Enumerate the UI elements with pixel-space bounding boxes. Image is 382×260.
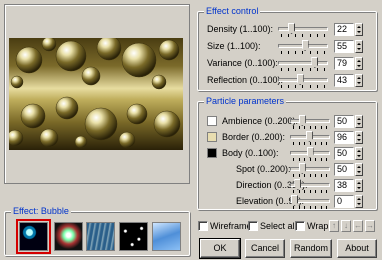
density-slider[interactable] — [278, 23, 328, 34]
elevation-slider[interactable] — [290, 195, 330, 206]
effect-group-title: Effect: Bubble — [11, 206, 71, 217]
variance-slider-ticks — [281, 68, 325, 71]
effect-thumb-rain[interactable] — [86, 222, 115, 251]
effect-thumb-sky[interactable] — [152, 222, 181, 251]
ambience-value-input[interactable]: 50 — [334, 115, 354, 128]
preview-image — [9, 38, 183, 150]
particle-parameters-title: Particle parameters — [204, 96, 287, 107]
wireframe-label: Wireframe — [210, 221, 252, 231]
variance-label: Variance (0..100): — [207, 58, 278, 68]
variance-spinner[interactable] — [355, 57, 363, 70]
variance-value-input[interactable]: 79 — [334, 57, 354, 70]
border-color-swatch[interactable] — [207, 132, 217, 142]
size-value-input[interactable]: 55 — [334, 40, 354, 53]
body-label: Body (0..100): — [222, 148, 279, 158]
body-spinner[interactable] — [355, 147, 363, 160]
arrow-down-icon[interactable]: ↓ — [341, 220, 351, 232]
spot-value-input[interactable]: 50 — [334, 163, 354, 176]
effect-control-title: Effect control — [204, 6, 261, 17]
reflection-spinner[interactable] — [355, 74, 363, 87]
direction-slider-ticks — [293, 190, 327, 193]
direction-spinner[interactable] — [355, 179, 363, 192]
arrow-up-icon[interactable]: ↑ — [329, 220, 339, 232]
wireframe-checkbox[interactable] — [198, 221, 208, 231]
elevation-slider-ticks — [293, 206, 327, 209]
size-slider[interactable] — [278, 40, 328, 51]
spot-spinner[interactable] — [355, 163, 363, 176]
density-slider-ticks — [281, 34, 325, 37]
size-spinner[interactable] — [355, 40, 363, 53]
random-button[interactable]: Random — [290, 239, 332, 258]
arrow-left-icon[interactable]: ← — [353, 220, 363, 232]
border-spinner[interactable] — [355, 131, 363, 144]
border-value-input[interactable]: 96 — [334, 131, 354, 144]
elevation-value-input[interactable]: 0 — [334, 195, 354, 208]
reflection-label: Reflection (0..100): — [207, 75, 284, 85]
size-slider-ticks — [281, 51, 325, 54]
cancel-button[interactable]: Cancel — [245, 239, 285, 258]
ambience-color-swatch[interactable] — [207, 116, 217, 126]
body-color-swatch[interactable] — [207, 148, 217, 158]
density-value-input[interactable]: 22 — [334, 23, 354, 36]
spot-slider-ticks — [293, 174, 327, 177]
about-button[interactable]: About — [337, 239, 377, 258]
ambience-slider[interactable] — [290, 115, 330, 126]
density-spinner[interactable] — [355, 23, 363, 36]
ok-button[interactable]: OK — [199, 238, 241, 259]
elevation-spinner[interactable] — [355, 195, 363, 208]
ambience-label: Ambience (0..200): — [222, 116, 299, 126]
reflection-value-input[interactable]: 43 — [334, 74, 354, 87]
size-label: Size (1..100): — [207, 41, 261, 51]
body-value-input[interactable]: 50 — [334, 147, 354, 160]
ambience-slider-ticks — [293, 126, 327, 129]
effect-thumb-snow[interactable] — [119, 222, 148, 251]
ambience-spinner[interactable] — [355, 115, 363, 128]
select-all-label: Select all — [260, 221, 297, 231]
wrap-checkbox[interactable] — [295, 221, 305, 231]
density-label: Density (1..100): — [207, 24, 274, 34]
spot-label: Spot (0..200): — [236, 164, 291, 174]
variance-slider[interactable] — [278, 57, 328, 68]
border-label: Border (0..200): — [222, 132, 286, 142]
border-slider[interactable] — [290, 131, 330, 142]
effect-thumb-bubble[interactable] — [16, 219, 51, 254]
direction-slider[interactable] — [290, 179, 330, 190]
reflection-slider[interactable] — [278, 74, 328, 85]
effect-thumb-glow[interactable] — [54, 222, 83, 251]
reflection-slider-ticks — [281, 85, 325, 88]
border-slider-ticks — [293, 142, 327, 145]
select-all-checkbox[interactable] — [248, 221, 258, 231]
wrap-label: Wrap — [307, 221, 329, 231]
body-slider-ticks — [293, 158, 327, 161]
spot-slider[interactable] — [290, 163, 330, 174]
body-slider[interactable] — [290, 147, 330, 158]
arrow-right-icon[interactable]: → — [365, 220, 375, 232]
direction-value-input[interactable]: 38 — [334, 179, 354, 192]
